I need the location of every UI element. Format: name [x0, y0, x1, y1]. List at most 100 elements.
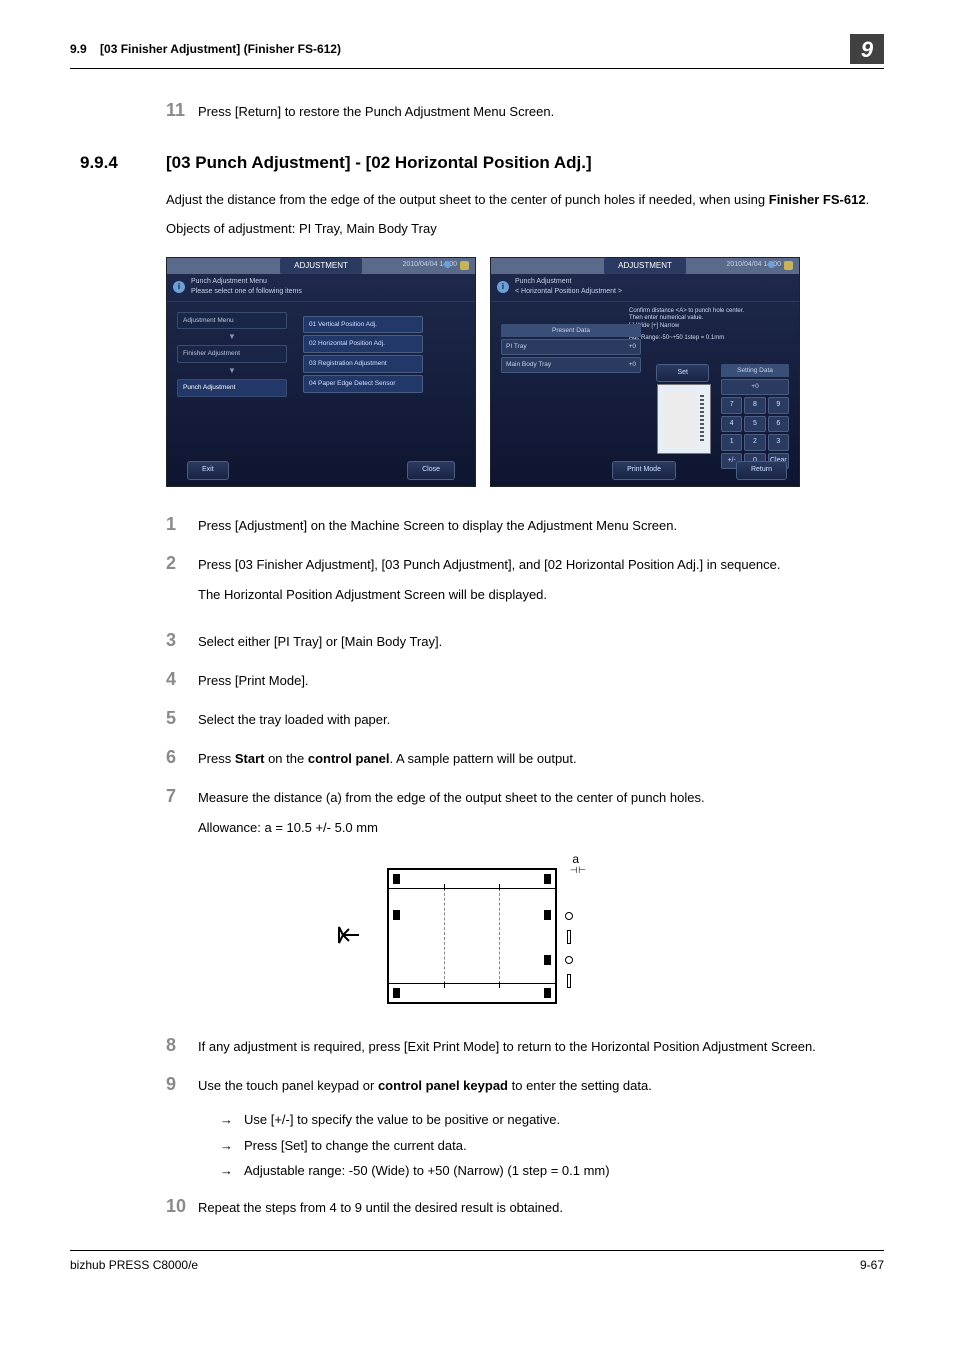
- tray-button[interactable]: PI Tray +0: [501, 339, 641, 355]
- exit-button[interactable]: Exit: [187, 461, 229, 480]
- step-span: to enter the setting data.: [508, 1078, 652, 1093]
- set-button[interactable]: Set: [656, 364, 709, 383]
- ss-info-text: Punch Adjustment Menu Please select one …: [191, 277, 302, 298]
- hint-line: Confirm distance <A> to punch hole cente…: [629, 308, 789, 316]
- screenshot-adjust: ADJUSTMENT 2010/04/04 14:00 i Punch Adju…: [490, 257, 800, 487]
- options-col: 01 Vertical Position Adj. 02 Horizontal …: [303, 316, 423, 395]
- hint-line: Adj. Range:-50~+50 1step = 0.1mm: [629, 335, 789, 343]
- close-button[interactable]: Close: [407, 461, 455, 480]
- sample-preview: [657, 384, 711, 454]
- option-button[interactable]: 01 Vertical Position Adj.: [303, 316, 423, 334]
- step-text: Press [Print Mode].: [198, 671, 884, 691]
- step-bold: control panel: [308, 751, 390, 766]
- step-text: Use the touch panel keypad or control pa…: [198, 1076, 884, 1096]
- chevron-down-icon: ▼: [177, 365, 287, 377]
- keypad-key[interactable]: 7: [721, 397, 742, 414]
- keypad-key[interactable]: 2: [744, 434, 765, 451]
- intro-line1: Adjust the distance from the edge of the…: [166, 190, 884, 210]
- intro-text: Adjust the distance from the edge of the…: [166, 192, 769, 207]
- keypad-key[interactable]: 9: [768, 397, 789, 414]
- keypad-key[interactable]: 8: [744, 397, 765, 414]
- step-number: 8: [166, 1032, 198, 1059]
- step-number: 2: [166, 550, 198, 577]
- sub-step-text: Adjustable range: -50 (Wide) to +50 (Nar…: [244, 1161, 610, 1181]
- step-text: Select either [PI Tray] or [Main Body Tr…: [198, 632, 884, 652]
- header-section-title: [03 Finisher Adjustment] (Finisher FS-61…: [100, 42, 341, 56]
- sub-step: → Adjustable range: -50 (Wide) to +50 (N…: [220, 1161, 884, 1181]
- ss-info-line: Punch Adjustment Menu: [191, 277, 302, 288]
- setting-data-label: Setting Data: [721, 364, 789, 378]
- option-button[interactable]: 04 Paper Edge Detect Sensor: [303, 375, 423, 393]
- tray-value: +0: [629, 360, 636, 370]
- step-text: Press Start on the control panel. A samp…: [198, 749, 884, 769]
- step-number: 7: [166, 783, 198, 810]
- running-head: 9.9 [03 Finisher Adjustment] (Finisher F…: [70, 40, 341, 58]
- step-number: 3: [166, 627, 198, 654]
- breadcrumb-item[interactable]: Finisher Adjustment: [177, 345, 287, 363]
- return-button[interactable]: Return: [736, 461, 787, 480]
- binding-icon: [700, 395, 704, 443]
- tray-name: Main Body Tray: [506, 360, 551, 370]
- step-number: 9: [166, 1071, 198, 1098]
- ss-info-line: Punch Adjustment: [515, 277, 622, 288]
- screenshot-menu: ADJUSTMENT 2010/04/04 14:00 i Punch Adju…: [166, 257, 476, 487]
- status-icon: [768, 261, 775, 268]
- dimension-arrows-icon: ⊣ ⊢: [570, 864, 585, 878]
- step-text: Press [03 Finisher Adjustment], [03 Punc…: [198, 555, 884, 615]
- keypad-key[interactable]: 3: [768, 434, 789, 451]
- keypad-key[interactable]: 5: [744, 416, 765, 433]
- tray-value: +0: [629, 342, 636, 352]
- step-span: Use the touch panel keypad or: [198, 1078, 378, 1093]
- keypad-key[interactable]: 1: [721, 434, 742, 451]
- breadcrumb-item[interactable]: Adjustment Menu: [177, 312, 287, 330]
- feed-arrow-icon: [337, 924, 361, 946]
- tray-button[interactable]: Main Body Tray +0: [501, 357, 641, 373]
- step-text: Repeat the steps from 4 to 9 until the d…: [198, 1198, 884, 1218]
- ss-titlebar: ADJUSTMENT 2010/04/04 14:00: [491, 258, 799, 274]
- step-line: The Horizontal Position Adjustment Scree…: [198, 585, 884, 605]
- page-header: 9.9 [03 Finisher Adjustment] (Finisher F…: [70, 40, 884, 69]
- info-icon: i: [497, 281, 509, 293]
- ss-bottom: Exit Close: [167, 461, 475, 480]
- diagram-sheet: [387, 868, 557, 1004]
- page-footer: bizhub PRESS C8000/e 9-67: [70, 1250, 884, 1274]
- option-button[interactable]: 02 Horizontal Position Adj.: [303, 335, 423, 353]
- step-text: If any adjustment is required, press [Ex…: [198, 1037, 884, 1057]
- tray-list: Present Data PI Tray +0 Main Body Tray +…: [501, 324, 641, 375]
- keypad-key[interactable]: 4: [721, 416, 742, 433]
- ss-tab: ADJUSTMENT: [604, 258, 686, 274]
- step-number: 10: [166, 1193, 198, 1220]
- sub-step-text: Use [+/-] to specify the value to be pos…: [244, 1110, 560, 1130]
- status-icon: [444, 261, 451, 268]
- sub-step: → Use [+/-] to specify the value to be p…: [220, 1110, 884, 1130]
- step-line: Allowance: a = 10.5 +/- 5.0 mm: [198, 818, 884, 838]
- section-title: [03 Punch Adjustment] - [02 Horizontal P…: [166, 150, 592, 176]
- step-bold: Start: [235, 751, 265, 766]
- footer-page: 9-67: [860, 1256, 884, 1274]
- step-row: 1 Press [Adjustment] on the Machine Scre…: [166, 511, 884, 538]
- header-section-no: 9.9: [70, 42, 87, 56]
- section-heading: 9.9.4 [03 Punch Adjustment] - [02 Horizo…: [70, 150, 884, 176]
- step-span: . A sample pattern will be output.: [389, 751, 576, 766]
- sub-step: → Press [Set] to change the current data…: [220, 1136, 884, 1156]
- tray-name: PI Tray: [506, 342, 527, 352]
- step-number: 6: [166, 744, 198, 771]
- ss-info-line: < Horizontal Position Adjustment >: [515, 287, 622, 298]
- hint-line: [-] Wide [+] Narrow: [629, 323, 789, 331]
- print-mode-button[interactable]: Print Mode: [612, 461, 676, 480]
- ss-infobar: i Punch Adjustment Menu Please select on…: [167, 274, 475, 302]
- step-row: 8 If any adjustment is required, press […: [166, 1032, 884, 1059]
- breadcrumb-col: Adjustment Menu ▼ Finisher Adjustment ▼ …: [177, 312, 287, 397]
- keypad-key[interactable]: 6: [768, 416, 789, 433]
- option-button[interactable]: 03 Registration Adjustment: [303, 355, 423, 373]
- step-row: 5 Select the tray loaded with paper.: [166, 705, 884, 732]
- ss-infobar: i Punch Adjustment < Horizontal Position…: [491, 274, 799, 302]
- breadcrumb-item-current[interactable]: Punch Adjustment: [177, 379, 287, 397]
- step-text: Press [Return] to restore the Punch Adju…: [198, 102, 884, 122]
- arrow-right-icon: →: [220, 1161, 244, 1181]
- ss-info-text: Punch Adjustment < Horizontal Position A…: [515, 277, 622, 298]
- ss-info-line: Please select one of following items: [191, 287, 302, 298]
- step-line: Press [03 Finisher Adjustment], [03 Punc…: [198, 555, 884, 575]
- setting-value: +0: [721, 379, 789, 395]
- arrow-right-icon: →: [220, 1110, 244, 1130]
